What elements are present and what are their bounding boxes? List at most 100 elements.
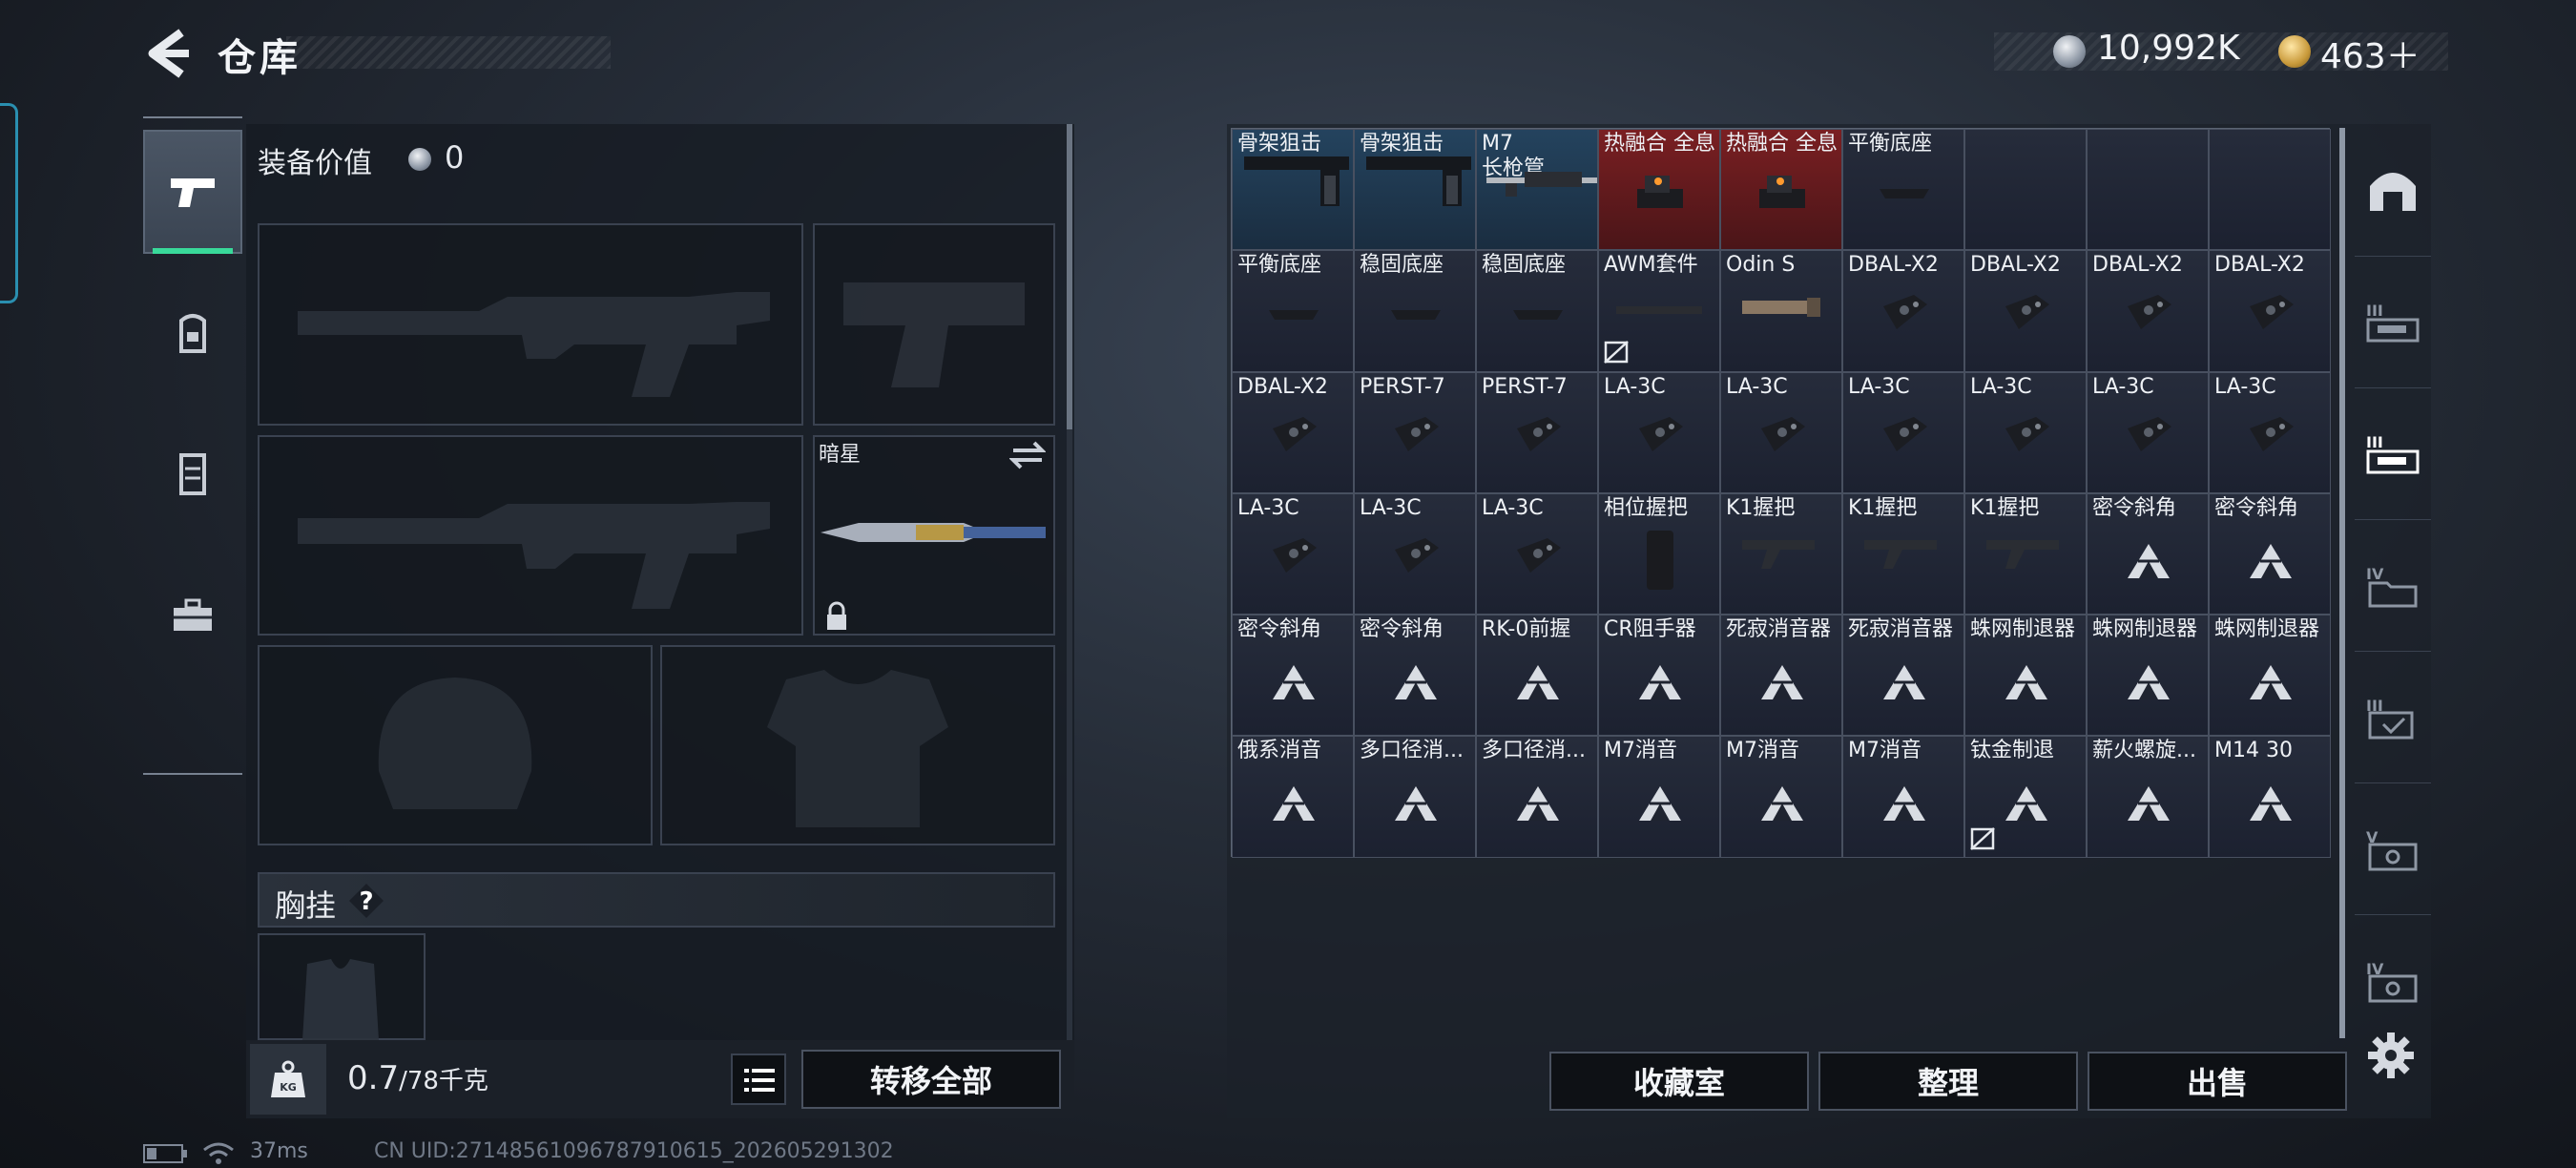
- placeholder-icon: [2126, 784, 2171, 826]
- warehouse-item[interactable]: PERST-7: [1354, 371, 1476, 493]
- organize-button[interactable]: 整理: [1818, 1052, 2078, 1111]
- barrel-icon: [1486, 158, 1597, 210]
- tab-level-4-docs[interactable]: IV: [2355, 519, 2431, 652]
- warehouse-item[interactable]: DBAL-X2: [2087, 250, 2209, 372]
- back-arrow-icon[interactable]: [143, 27, 191, 80]
- warehouse-item[interactable]: PERST-7: [1476, 371, 1598, 493]
- secondary-weapon-slot[interactable]: [258, 435, 803, 636]
- tab-warehouse-home[interactable]: [2355, 124, 2431, 257]
- warehouse-item[interactable]: 骨架狙击: [1232, 129, 1354, 251]
- svg-text:III: III: [2366, 302, 2383, 320]
- warehouse-item[interactable]: 薪火螺旋...: [2087, 736, 2209, 858]
- warehouse-item[interactable]: 密令斜角: [1354, 615, 1476, 737]
- warehouse-item[interactable]: DBAL-X2: [1964, 250, 2087, 372]
- item-name: 死寂消音器: [1726, 617, 1832, 642]
- warehouse-icon: [2370, 173, 2416, 211]
- warehouse-item[interactable]: K1握把: [1964, 492, 2087, 615]
- coupon-balance[interactable]: 463＋: [2320, 29, 2420, 78]
- item-name: LA-3C: [1970, 374, 2032, 399]
- tab-backpack[interactable]: [143, 271, 242, 395]
- warehouse-item[interactable]: LA-3C: [1354, 492, 1476, 615]
- warehouse-item[interactable]: 热融合 全息: [1720, 129, 1842, 251]
- primary-weapon-slot[interactable]: [258, 223, 803, 426]
- warehouse-item[interactable]: 蛛网制退器: [2087, 615, 2209, 737]
- warehouse-item[interactable]: 稳固底座: [1354, 250, 1476, 372]
- tab-level-5-box[interactable]: V: [2355, 782, 2431, 915]
- tab-level-3-attachments[interactable]: III: [2355, 387, 2431, 520]
- warehouse-item[interactable]: K1握把: [1842, 492, 1964, 615]
- stock-small-icon: [1986, 534, 2063, 576]
- warehouse-item[interactable]: RK-0前握: [1476, 615, 1598, 737]
- warehouse-item[interactable]: [2087, 129, 2209, 251]
- ping-readout: 37ms: [250, 1139, 308, 1163]
- warehouse-item[interactable]: 多口径消...: [1476, 736, 1598, 858]
- warehouse-item[interactable]: 密令斜角: [2087, 492, 2209, 615]
- tab-weapons[interactable]: [143, 130, 242, 254]
- warehouse-item[interactable]: DBAL-X2: [1842, 250, 1964, 372]
- warehouse-item[interactable]: Odin S: [1720, 250, 1842, 372]
- warehouse-item[interactable]: 死寂消音器: [1720, 615, 1842, 737]
- warehouse-item[interactable]: 多口径消...: [1354, 736, 1476, 858]
- warehouse-item[interactable]: LA-3C: [1598, 371, 1720, 493]
- tab-chest-rig[interactable]: [143, 412, 242, 536]
- laser-icon: [2120, 287, 2177, 339]
- chest-rig-slot[interactable]: [258, 933, 426, 1040]
- warehouse-item[interactable]: 骨架狙击: [1354, 129, 1476, 251]
- warehouse-item[interactable]: M7 长枪管: [1476, 129, 1598, 251]
- stock-icon: [1244, 149, 1353, 219]
- helmet-slot[interactable]: [258, 645, 653, 845]
- side-drawer-handle[interactable]: [0, 103, 18, 303]
- warehouse-item[interactable]: 相位握把: [1598, 492, 1720, 615]
- chest-rig-silhouette-icon: [302, 959, 379, 1040]
- warehouse-item[interactable]: DBAL-X2: [1232, 371, 1354, 493]
- warehouse-item[interactable]: 平衡底座: [1842, 129, 1964, 251]
- warehouse-item[interactable]: [1964, 129, 2087, 251]
- help-icon[interactable]: ?: [347, 882, 385, 920]
- sidearm-slot[interactable]: [813, 223, 1055, 426]
- warehouse-item[interactable]: M7消音: [1598, 736, 1720, 858]
- list-icon: [744, 1069, 775, 1092]
- warehouse-item[interactable]: 密令斜角: [1232, 615, 1354, 737]
- item-name: LA-3C: [1726, 374, 1788, 399]
- loadout-scroll-thumb[interactable]: [1067, 124, 1072, 429]
- warehouse-item[interactable]: K1握把: [1720, 492, 1842, 615]
- weight-readout: 0.7/78千克: [347, 1059, 488, 1097]
- gear-icon[interactable]: [2366, 1031, 2416, 1080]
- level-3-case-icon: III: [2366, 697, 2414, 740]
- placeholder-icon: [2126, 542, 2171, 584]
- warehouse-item[interactable]: LA-3C: [1842, 371, 1964, 493]
- warehouse-item[interactable]: CR阻手器: [1598, 615, 1720, 737]
- warehouse-item[interactable]: LA-3C: [1232, 492, 1354, 615]
- warehouse-scroll-thumb[interactable]: [2339, 128, 2345, 1038]
- warehouse-item[interactable]: 俄系消音: [1232, 736, 1354, 858]
- sell-button[interactable]: 出售: [2088, 1052, 2347, 1111]
- warehouse-item[interactable]: 稳固底座: [1476, 250, 1598, 372]
- laser-icon: [1631, 409, 1689, 461]
- warehouse-item[interactable]: LA-3C: [2209, 371, 2331, 493]
- warehouse-item[interactable]: LA-3C: [1720, 371, 1842, 493]
- tab-level-4-box[interactable]: IV: [2355, 914, 2431, 1046]
- warehouse-item[interactable]: 密令斜角: [2209, 492, 2331, 615]
- warehouse-item[interactable]: DBAL-X2: [2209, 250, 2331, 372]
- warehouse-item[interactable]: M14 30: [2209, 736, 2331, 858]
- warehouse-item[interactable]: 死寂消音器: [1842, 615, 1964, 737]
- swap-icon[interactable]: [1009, 439, 1046, 471]
- armor-silhouette-icon: [767, 670, 948, 827]
- warehouse-item[interactable]: LA-3C: [2087, 371, 2209, 493]
- warehouse-item[interactable]: 蛛网制退器: [2209, 615, 2331, 737]
- tab-level-3-weapons[interactable]: III: [2355, 256, 2431, 388]
- warehouse-item[interactable]: 平衡底座: [1232, 250, 1354, 372]
- warehouse-item[interactable]: LA-3C: [1964, 371, 2087, 493]
- warehouse-item[interactable]: M7消音: [1720, 736, 1842, 858]
- warehouse-item[interactable]: M7消音: [1842, 736, 1964, 858]
- tab-level-3-medical[interactable]: III: [2355, 651, 2431, 783]
- warehouse-item[interactable]: LA-3C: [1476, 492, 1598, 615]
- list-view-button[interactable]: [731, 1053, 786, 1105]
- armor-slot[interactable]: [660, 645, 1055, 845]
- warehouse-item[interactable]: [2209, 129, 2331, 251]
- warehouse-item[interactable]: 蛛网制退器: [1964, 615, 2087, 737]
- warehouse-item[interactable]: 热融合 全息: [1598, 129, 1720, 251]
- tab-toolbox[interactable]: [143, 553, 242, 678]
- transfer-all-button[interactable]: 转移全部: [801, 1050, 1061, 1109]
- collection-room-button[interactable]: 收藏室: [1549, 1052, 1809, 1111]
